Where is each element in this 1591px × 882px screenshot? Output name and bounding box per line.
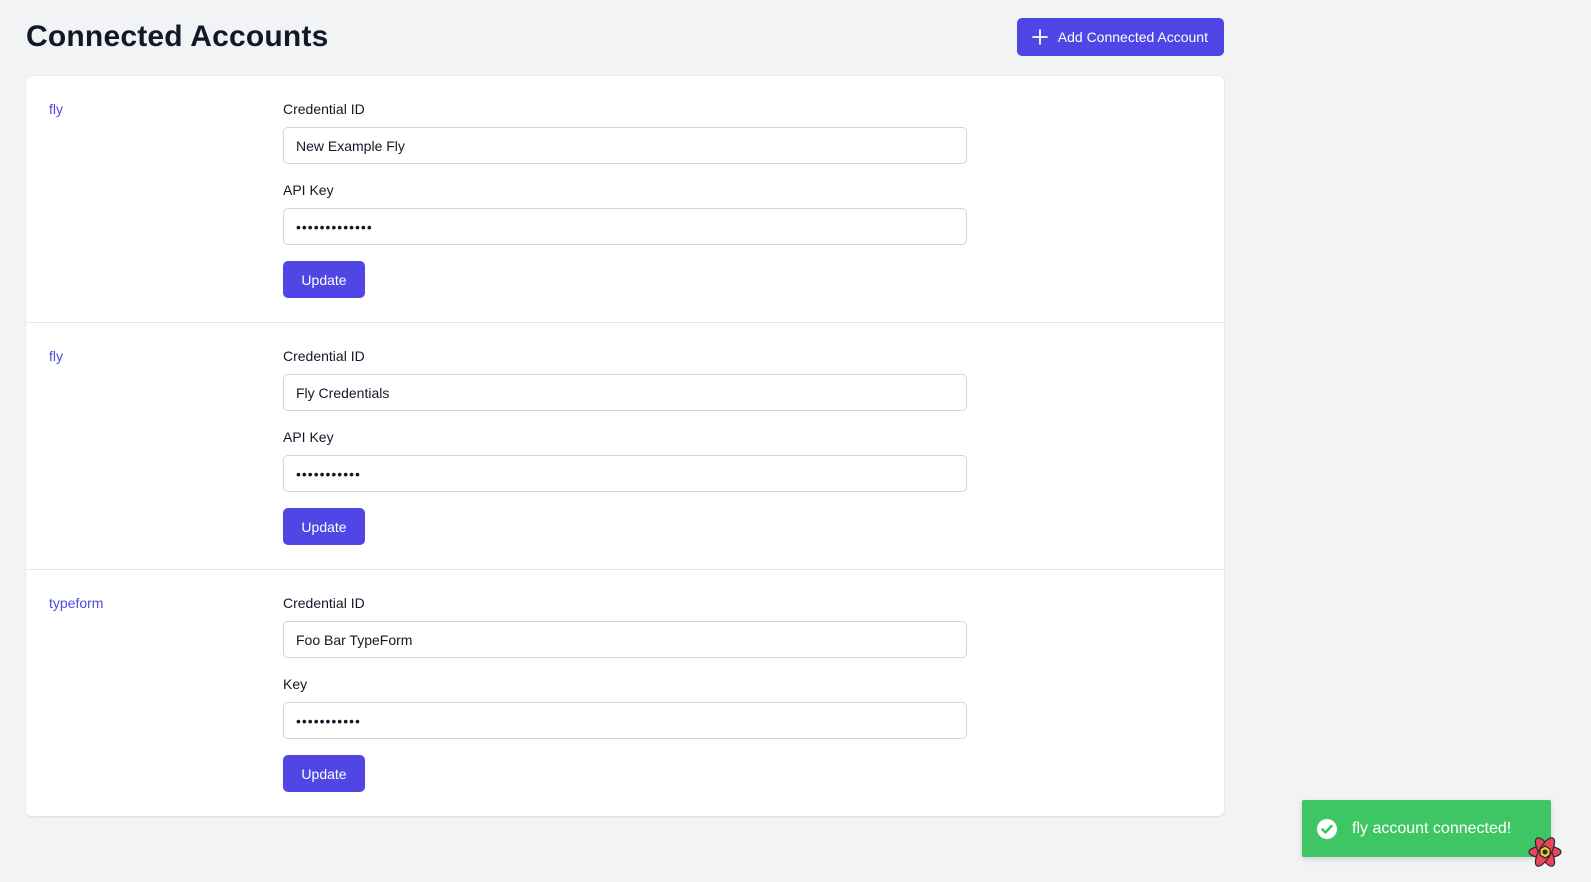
update-button[interactable]: Update bbox=[283, 261, 365, 298]
credential-id-input[interactable] bbox=[283, 374, 967, 411]
add-connected-account-button[interactable]: Add Connected Account bbox=[1016, 18, 1224, 56]
credential-id-input[interactable] bbox=[283, 621, 967, 658]
account-row: fly Credential ID API Key Update bbox=[26, 76, 1224, 323]
credential-id-label: Credential ID bbox=[283, 348, 365, 364]
account-row: fly Credential ID API Key Update bbox=[26, 323, 1224, 570]
account-form: Credential ID Key Update bbox=[283, 594, 967, 792]
api-key-input[interactable] bbox=[283, 208, 967, 245]
api-key-label: API Key bbox=[283, 429, 334, 445]
page-title: Connected Accounts bbox=[26, 20, 329, 53]
provider-name: fly bbox=[49, 348, 63, 364]
credential-id-label: Credential ID bbox=[283, 595, 365, 611]
provider-name: fly bbox=[49, 101, 63, 117]
add-connected-account-label: Add Connected Account bbox=[1057, 29, 1208, 45]
account-form: Credential ID API Key Update bbox=[283, 100, 967, 298]
credential-id-input[interactable] bbox=[283, 127, 967, 164]
toast-message: fly account connected! bbox=[1352, 819, 1512, 837]
account-form: Credential ID API Key Update bbox=[283, 347, 967, 545]
connected-accounts-list: fly Credential ID API Key Update fly Cre… bbox=[26, 76, 1224, 816]
account-row: typeform Credential ID Key Update bbox=[26, 570, 1224, 816]
credential-id-label: Credential ID bbox=[283, 101, 365, 117]
key-label: Key bbox=[283, 676, 308, 692]
success-toast[interactable]: fly account connected! bbox=[1302, 800, 1551, 857]
update-button[interactable]: Update bbox=[283, 755, 365, 792]
page-header: Connected Accounts Add Connected Account bbox=[26, 18, 1224, 56]
plus-icon bbox=[1031, 29, 1048, 45]
provider-name: typeform bbox=[49, 595, 104, 611]
key-input[interactable] bbox=[283, 702, 967, 739]
api-key-label: API Key bbox=[283, 182, 334, 198]
react-query-devtools-icon[interactable] bbox=[1527, 834, 1563, 870]
api-key-input[interactable] bbox=[283, 455, 967, 492]
update-button[interactable]: Update bbox=[283, 508, 365, 545]
check-circle-icon bbox=[1317, 818, 1337, 839]
